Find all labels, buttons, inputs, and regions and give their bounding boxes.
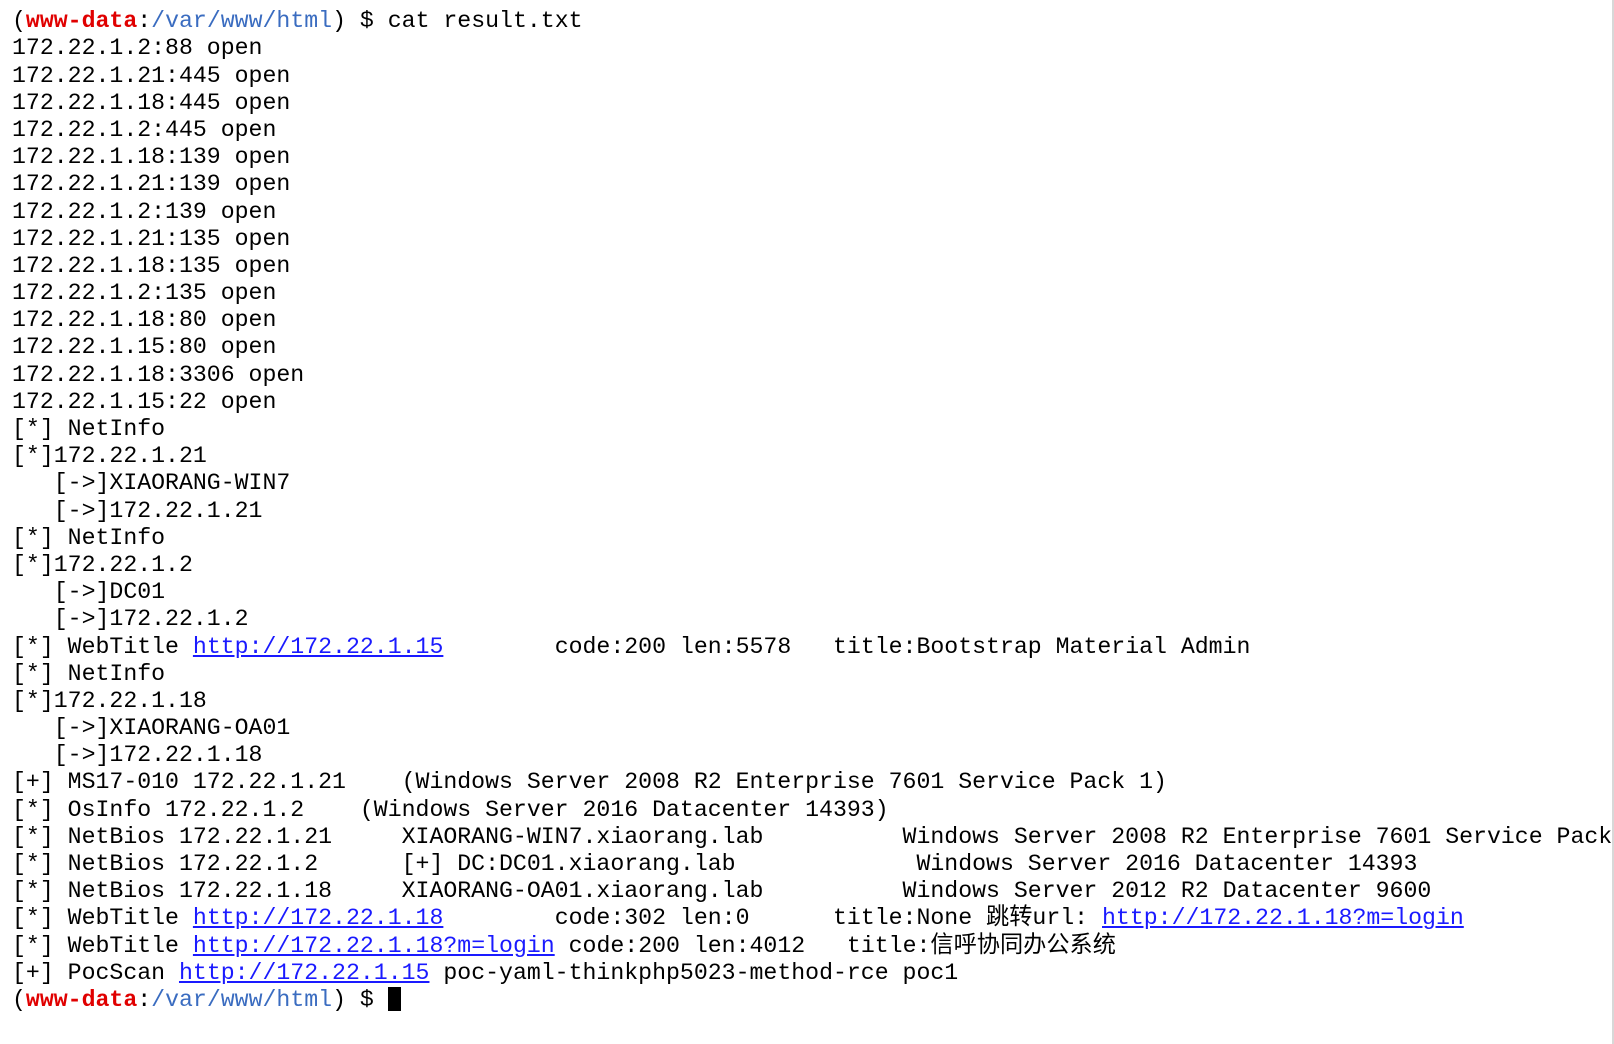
terminal-line: [+] MS17-010 172.22.1.21 (Windows Server…	[12, 769, 1614, 796]
terminal-line: 172.22.1.2:135 open	[12, 280, 1614, 307]
terminal-text: 172.22.1.15:22 open	[12, 388, 277, 415]
terminal-line: [->]XIAORANG-WIN7	[12, 470, 1614, 497]
terminal-text: [*] WebTitle	[12, 905, 193, 932]
terminal-line: [->]172.22.1.18	[12, 742, 1614, 769]
terminal-text: :	[137, 8, 152, 35]
terminal-line: 172.22.1.18:139 open	[12, 144, 1614, 171]
terminal-line: [*] NetBios 172.22.1.18 XIAORANG-OA01.xi…	[12, 878, 1614, 905]
terminal-text: code:200 len:5578 title:Bootstrap Materi…	[443, 633, 1251, 660]
terminal-line: [*] NetBios 172.22.1.21 XIAORANG-WIN7.xi…	[12, 824, 1614, 851]
terminal-text: 172.22.1.18:445 open	[12, 89, 291, 116]
url-link[interactable]: http://172.22.1.18?m=login	[1102, 905, 1464, 931]
terminal-text: [*] WebTitle	[12, 932, 193, 959]
terminal-line: [*] WebTitle http://172.22.1.15 code:200…	[12, 634, 1614, 661]
terminal-text: (	[12, 8, 26, 35]
terminal-text: [*]172.22.1.2	[12, 551, 193, 578]
terminal-line: 172.22.1.18:80 open	[12, 307, 1614, 334]
url-link[interactable]: http://172.22.1.15	[179, 960, 429, 986]
terminal-line: 172.22.1.2:88 open	[12, 35, 1614, 62]
terminal-text: [->]XIAORANG-WIN7	[12, 470, 291, 497]
terminal-line: [*] NetInfo	[12, 525, 1614, 552]
terminal-text: 172.22.1.21:135 open	[12, 225, 291, 252]
terminal-text: [+] MS17-010 172.22.1.21 (Windows Server…	[12, 769, 1167, 796]
terminal-text: 172.22.1.21:445 open	[12, 62, 291, 89]
terminal-text: 172.22.1.18:80 open	[12, 307, 277, 334]
terminal-text: 172.22.1.2:88 open	[12, 35, 263, 62]
terminal-cursor	[387, 986, 401, 1011]
prompt-user: www-data	[25, 8, 138, 35]
terminal-line: 172.22.1.2:445 open	[12, 117, 1614, 144]
terminal-line: 172.22.1.15:80 open	[12, 334, 1614, 361]
terminal-text: [->]172.22.1.18	[12, 742, 263, 769]
terminal-line: [->]172.22.1.21	[12, 498, 1614, 525]
terminal-text: [*] NetBios 172.22.1.2 [+] DC:DC01.xiaor…	[12, 851, 1418, 877]
terminal-line: (www-data:/var/www/html) $ cat result.tx…	[12, 8, 1614, 35]
terminal-text: [*] NetInfo	[12, 524, 166, 551]
terminal-text: :	[137, 986, 152, 1013]
url-link[interactable]: http://172.22.1.18	[193, 905, 443, 931]
terminal-text: [*] NetInfo	[12, 660, 166, 687]
terminal-line: [*]172.22.1.21	[12, 443, 1614, 470]
terminal-text: [*] NetInfo	[12, 416, 166, 442]
terminal-line: 172.22.1.21:135 open	[12, 226, 1614, 253]
terminal-text: 172.22.1.15:80 open	[12, 334, 277, 361]
terminal-line: 172.22.1.21:139 open	[12, 171, 1614, 198]
terminal-text: [+] PocScan	[12, 959, 179, 986]
terminal-text: ) $ cat result.txt	[332, 8, 583, 35]
terminal-line: [*] NetBios 172.22.1.2 [+] DC:DC01.xiaor…	[12, 851, 1614, 878]
terminal-text: 172.22.1.21:139 open	[12, 171, 291, 198]
terminal-text: 172.22.1.18:135 open	[12, 252, 291, 279]
terminal-text: [->]172.22.1.21	[12, 497, 263, 524]
terminal-line: 172.22.1.18:445 open	[12, 90, 1614, 117]
terminal-line: 172.22.1.15:22 open	[12, 389, 1614, 416]
terminal-line: [*] WebTitle http://172.22.1.18 code:302…	[12, 905, 1614, 932]
terminal-window[interactable]: Static(www-data:/var/www/html) $ cat res…	[0, 0, 1614, 1044]
terminal-line: [*] NetInfo	[12, 416, 1614, 443]
terminal-line: [+] PocScan http://172.22.1.15 poc-yaml-…	[12, 960, 1614, 987]
terminal-text: 172.22.1.2:139 open	[12, 198, 277, 225]
terminal-line: 172.22.1.21:445 open	[12, 63, 1614, 90]
url-link[interactable]: http://172.22.1.18?m=login	[193, 933, 555, 959]
terminal-text: 172.22.1.2:135 open	[12, 280, 277, 307]
terminal-line: [->]DC01	[12, 579, 1614, 606]
terminal-text: [*] WebTitle	[12, 633, 193, 660]
terminal-text: [->]172.22.1.2	[12, 606, 249, 633]
terminal-text: [*]172.22.1.18	[12, 687, 207, 714]
prompt-path: /var/www/html	[151, 8, 333, 35]
terminal-text: poc-yaml-thinkphp5023-method-rce poc1	[429, 959, 959, 986]
terminal-line: 172.22.1.2:139 open	[12, 199, 1614, 226]
terminal-text: Static	[12, 0, 96, 7]
terminal-line: [*]172.22.1.18	[12, 688, 1614, 715]
terminal-line: [*] WebTitle http://172.22.1.18?m=login …	[12, 933, 1614, 960]
terminal-text: code:302 len:0 title:None 跳转url:	[443, 905, 1102, 932]
terminal-text: [*] OsInfo 172.22.1.2 (Windows Server 20…	[12, 796, 889, 823]
terminal-line: Static	[12, 0, 1614, 8]
prompt-path: /var/www/html	[151, 986, 333, 1013]
terminal-text: [->]DC01	[12, 579, 166, 606]
terminal-output: Static(www-data:/var/www/html) $ cat res…	[12, 0, 1614, 1014]
terminal-line: [->]172.22.1.2	[12, 606, 1614, 633]
terminal-text: 172.22.1.2:445 open	[12, 116, 277, 143]
terminal-text: [*] NetBios 172.22.1.18 XIAORANG-OA01.xi…	[12, 878, 1432, 905]
terminal-text: 172.22.1.18:139 open	[12, 144, 291, 171]
terminal-line: (www-data:/var/www/html) $	[12, 986, 1614, 1014]
terminal-line: [*] NetInfo	[12, 661, 1614, 688]
terminal-line: [->]XIAORANG-OA01	[12, 715, 1614, 742]
terminal-line: [*] OsInfo 172.22.1.2 (Windows Server 20…	[12, 797, 1614, 824]
terminal-text: [*] NetBios 172.22.1.21 XIAORANG-WIN7.xi…	[12, 823, 1614, 850]
terminal-text: [*]172.22.1.21	[12, 443, 207, 470]
terminal-line: [*]172.22.1.2	[12, 552, 1614, 579]
terminal-text: ) $	[332, 986, 388, 1013]
terminal-line: 172.22.1.18:135 open	[12, 253, 1614, 280]
prompt-user: www-data	[25, 986, 138, 1013]
terminal-text: (	[12, 986, 26, 1013]
terminal-text: [->]XIAORANG-OA01	[12, 715, 291, 742]
terminal-text: code:200 len:4012 title:信呼协同办公系统	[554, 932, 1116, 959]
url-link[interactable]: http://172.22.1.15	[193, 634, 443, 660]
terminal-text: 172.22.1.18:3306 open	[12, 361, 305, 388]
terminal-line: 172.22.1.18:3306 open	[12, 362, 1614, 389]
